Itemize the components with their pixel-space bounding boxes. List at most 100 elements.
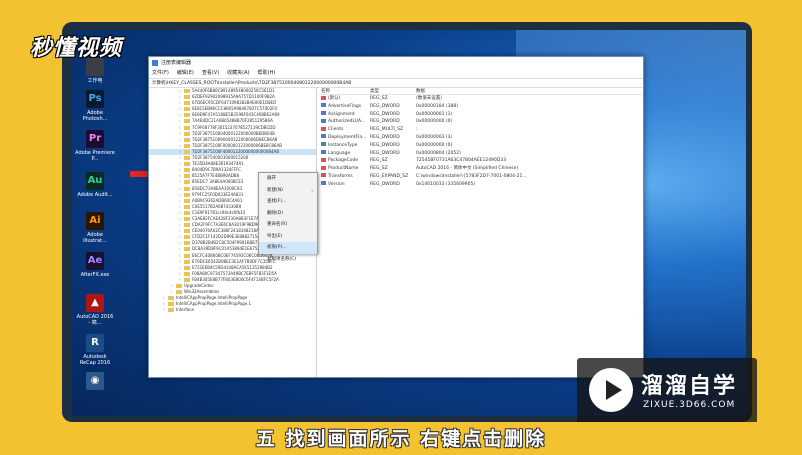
value-data: 0x00000804 (2052) (416, 150, 461, 156)
watermark-name: 溜溜自学 (641, 374, 738, 399)
string-value-icon (321, 126, 326, 131)
value-name-cell: DeploymentFla... (321, 134, 366, 142)
desktop-icon[interactable]: R Autodesk ReCap 2016 (75, 334, 115, 366)
desktop-icon[interactable]: ◉ (75, 372, 115, 392)
binary-value-icon (321, 103, 326, 108)
value-name-cell: (默认) (321, 95, 341, 103)
folder-icon (184, 204, 190, 209)
tree-key-label: IntelliCAppPropPage.IntelliPropPage.1 (176, 301, 251, 307)
tree-key-label: Win32Assemblies (184, 289, 220, 295)
tree-key-label: 6E8D9F47A5168E5B3598F643C468BE2A69 (192, 112, 280, 118)
watermark-url: ZIXUE.3D66.COM (643, 400, 736, 410)
value-data: (数值未设置) (416, 96, 443, 101)
folder-icon (184, 137, 190, 142)
desktop-icon[interactable]: Ps Adobe Photosh... (75, 90, 115, 122)
folder-icon (184, 89, 190, 93)
value-row[interactable]: PackageCode REG_SZ 72545BF0731A63C47804AEE… (318, 157, 643, 165)
desktop-icon[interactable]: Au Adobe Audit... (75, 172, 115, 198)
panes: › 5A440F6B80C891489548060256C561D1 › 62DEF9… (149, 88, 643, 377)
desktop-icon[interactable]: 工作电 (75, 58, 115, 84)
context-menu-item[interactable]: 导出(E) (259, 231, 317, 243)
value-row[interactable]: InstanceType REG_DWORD 0x00000000 (0) (318, 142, 643, 150)
context-menu-item[interactable]: 重命名(R) (259, 219, 317, 231)
value-row[interactable]: AuthorizedLUA... REG_DWORD 0x00000000 (0) (318, 118, 643, 126)
menu-item[interactable]: 文件(F) (152, 69, 169, 78)
desktop-icon[interactable]: ▲ AutoCAD 2016 - 简... (75, 294, 115, 326)
binary-value-icon (321, 111, 326, 116)
folder-icon (168, 308, 174, 313)
folder-icon (184, 265, 190, 270)
value-name-cell: ProductName (321, 165, 358, 173)
value-name-cell: PackageCode (321, 157, 358, 165)
value-row[interactable]: Transforms REG_EXPAND_SZ C:\windows\Instal… (318, 173, 643, 181)
folder-icon (184, 235, 190, 240)
context-menu-item[interactable]: 新建(N) › (259, 185, 317, 197)
tree-key-label: 67D6EC95CDF6471098382BAE00E1D8ED (192, 100, 277, 106)
tree-key-label: 7D2F3875100F000000122000006BE8C86AB (192, 142, 282, 148)
context-menu-item[interactable]: 删除(D) (259, 208, 317, 220)
address-bar[interactable]: 计算机\HKEY_CLASSES_ROOT\Installer\Products… (149, 78, 643, 88)
folder-icon (184, 223, 190, 228)
value-row[interactable]: DeploymentFla... REG_DWORD 0x00000003 (3) (318, 134, 643, 142)
folder-icon (184, 253, 190, 258)
binary-value-icon (321, 150, 326, 155)
value-data: 72545BF0731A63C47804AEE12490D33 (416, 158, 506, 164)
desktop-icon[interactable]: Ae AfterFX.exe (75, 252, 115, 278)
tree-key-label: E721EEB4C59D4348ACA5E51352984B2 (192, 264, 273, 270)
value-row[interactable]: Language REG_DWORD 0x00000804 (2052) (318, 150, 643, 158)
value-row[interactable]: ProductName REG_SZ AutoCAD 2016 - 简体中文 (Si… (318, 165, 643, 173)
header-name[interactable]: 名称 (321, 88, 330, 95)
folder-icon (184, 198, 190, 203)
folder-icon (184, 143, 190, 148)
folder-icon (184, 131, 190, 136)
value-name: PackageCode (328, 158, 359, 164)
string-value-icon (321, 165, 326, 170)
tree-key-label: C1E9F91781cc94c4c6fb15 (192, 209, 246, 215)
value-name: DeploymentFla... (328, 134, 367, 140)
value-type: REG_DWORD (370, 150, 400, 156)
value-name: AuthorizedLUA... (328, 119, 366, 125)
value-data: 0x00000003 (3) (416, 134, 453, 140)
tree-key-label: FB4B305E8B77FB03EB00C6F4F14BFC5F2A (192, 276, 279, 282)
menu-item[interactable]: 收藏夹(A) (227, 69, 249, 78)
value-name-cell: Assignment (321, 111, 355, 119)
app-icon (86, 58, 104, 76)
title-bar[interactable]: 注册表编辑器 (149, 57, 643, 69)
menu-item[interactable]: 编辑(E) (177, 69, 194, 78)
context-menu-item[interactable]: 展开 (259, 173, 317, 185)
folder-icon (184, 259, 190, 264)
value-type: REG_MULTI_SZ (370, 127, 404, 133)
tree-key[interactable]: › Interface (149, 307, 316, 313)
value-row[interactable]: (默认) REG_SZ (数值未设置) (318, 95, 643, 103)
value-row[interactable]: Version REG_DWORD 0x14010033 (335609905) (318, 181, 643, 189)
context-menu-item[interactable]: 复制项名称(C) (259, 254, 317, 266)
context-menu-item[interactable]: 权限(P)... (259, 242, 317, 254)
app-icon: R (86, 334, 104, 352)
menu-item[interactable]: 帮助(H) (258, 69, 276, 78)
caption-bar: 五 找到画面所示 右键点击删除 (0, 422, 802, 455)
tree-key-label: 8525A7F7E4BB90ADB8 (192, 173, 240, 179)
desktop-icon[interactable]: Pr Adobe Premiere P... (75, 130, 115, 162)
values-pane[interactable]: 名称 类型 数据 (默认) REG_SZ (数值未设置) AdvertiseFlags… (318, 88, 643, 377)
menu-item[interactable]: 查看(V) (202, 69, 219, 78)
value-name: Clients (328, 127, 344, 133)
desktop-icon[interactable]: Ai Adobe Illustrat... (75, 212, 115, 244)
value-name: InstanceType (328, 142, 358, 148)
header-data[interactable]: 数据 (416, 88, 425, 95)
value-row[interactable]: Assignment REG_DWORD 0x00000001 (1) (318, 111, 643, 119)
folder-icon (168, 296, 174, 301)
tree-key-label: 7D2F3875100F400012200000000000B4AB (192, 148, 280, 154)
value-name: AdvertiseFlags (328, 103, 362, 109)
folder-icon (168, 302, 174, 307)
registry-editor-window[interactable]: 注册表编辑器 文件(F) 编辑(E) 查看(V) 收藏夹(A) 帮助(H) 计算机\HK… (148, 56, 644, 378)
tree-key-label: 7D2F387510004000122000000B6DB04B (192, 130, 275, 136)
folder-icon (184, 113, 190, 118)
value-row[interactable]: Clients REG_MULTI_SZ: (318, 126, 643, 134)
value-type: REG_DWORD (370, 111, 400, 117)
desktop-icon-label: 工作电 (87, 78, 103, 84)
header-type[interactable]: 类型 (370, 88, 379, 95)
context-menu-item[interactable]: 查找(F)... (259, 196, 317, 208)
value-row[interactable]: AdvertiseFlags REG_DWORD 0x00000184 (388) (318, 103, 643, 111)
value-data: 0x00000184 (388) (416, 103, 458, 109)
binary-value-icon (321, 181, 326, 186)
